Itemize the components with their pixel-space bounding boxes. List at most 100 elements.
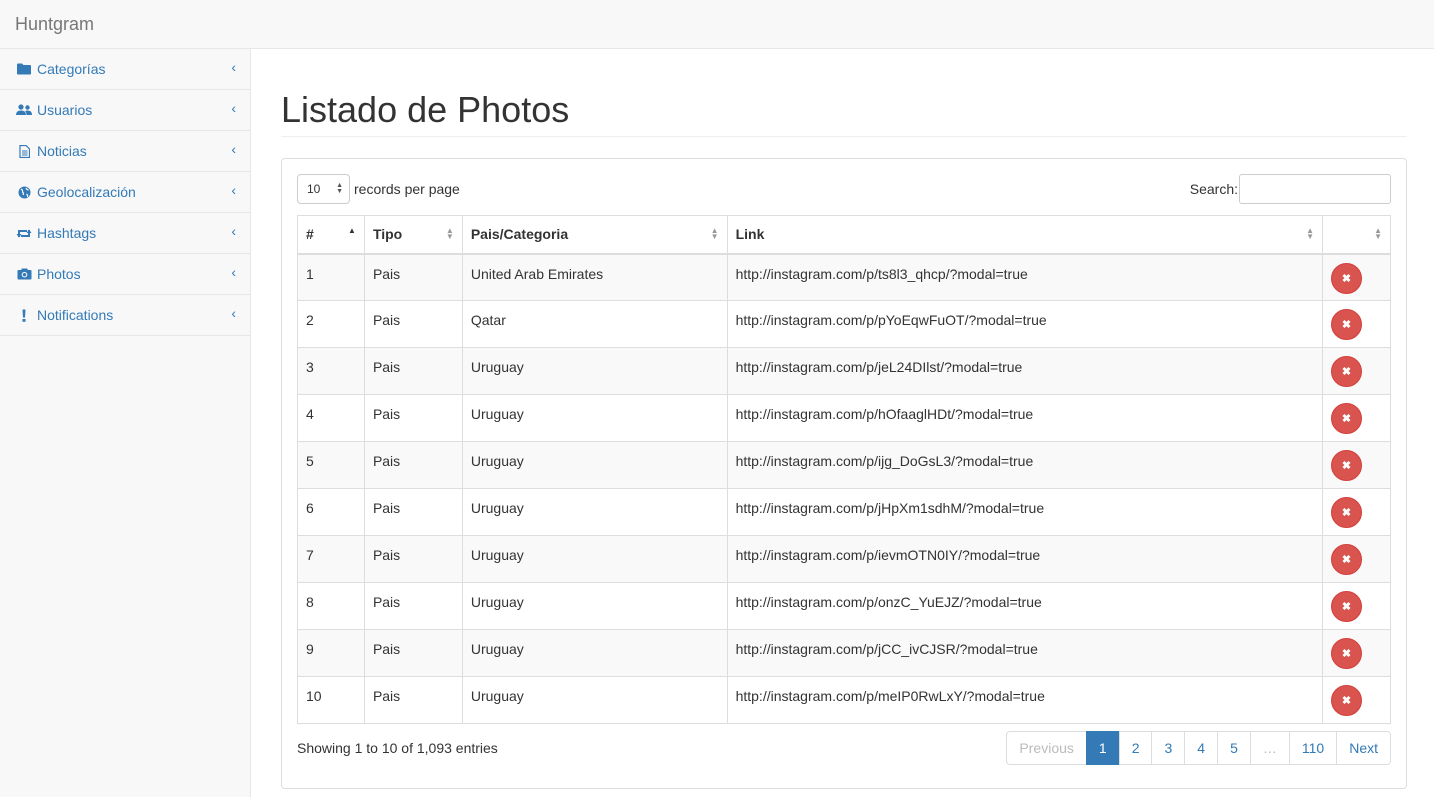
- pagination-page-2[interactable]: 2: [1118, 731, 1153, 765]
- table-header-row: # ▲ Tipo ▲ ▼ Pais/Categoria ▲ ▼ Link ▲ ▼ ▲ ▼: [297, 215, 1391, 255]
- exclamation-icon: [16, 308, 32, 322]
- cell-pais: United Arab Emirates: [461, 253, 728, 301]
- sidebar-item-usuarios[interactable]: Usuarios ‹: [0, 90, 250, 131]
- sidebar-item-geolocalizacion[interactable]: Geolocalización ‹: [0, 172, 250, 213]
- pagination-page-4[interactable]: 4: [1184, 731, 1219, 765]
- pagination-previous[interactable]: Previous: [1006, 731, 1087, 765]
- cell-tipo: Pais: [363, 488, 463, 536]
- sidebar: Categorías ‹ Usuarios ‹ Noticias ‹ Geolo…: [0, 49, 251, 797]
- cell-actions: ✖: [1322, 300, 1391, 348]
- records-per-page-label: records per page: [354, 181, 460, 197]
- delete-button[interactable]: ✖: [1331, 450, 1362, 481]
- pagination-ellipsis: …: [1249, 731, 1290, 765]
- sidebar-item-label: Photos: [37, 266, 81, 282]
- column-header-tipo[interactable]: Tipo ▲ ▼: [363, 215, 463, 255]
- pagination-page-110[interactable]: 110: [1288, 731, 1338, 765]
- close-icon: ✖: [1341, 460, 1352, 472]
- pagination-page-3[interactable]: 3: [1151, 731, 1186, 765]
- table-row: 2 Pais Qatar http://instagram.com/p/pYoE…: [297, 300, 1391, 348]
- cell-id: 5: [297, 441, 365, 489]
- cell-link: http://instagram.com/p/jCC_ivCJSR/?modal…: [726, 629, 1324, 677]
- cell-actions: ✖: [1322, 253, 1391, 301]
- cell-actions: ✖: [1322, 394, 1391, 442]
- chevron-left-icon: ‹: [231, 264, 236, 280]
- cell-pais: Uruguay: [461, 394, 728, 442]
- delete-button[interactable]: ✖: [1331, 638, 1362, 669]
- delete-button[interactable]: ✖: [1331, 356, 1362, 387]
- photos-table: # ▲ Tipo ▲ ▼ Pais/Categoria ▲ ▼ Link ▲ ▼ ▲ ▼ 1 P…: [297, 215, 1391, 724]
- cell-id: 10: [297, 676, 365, 724]
- cell-id: 1: [297, 253, 365, 301]
- table-info: Showing 1 to 10 of 1,093 entries: [297, 740, 498, 756]
- cell-actions: ✖: [1322, 676, 1391, 724]
- cell-tipo: Pais: [363, 629, 463, 677]
- table-row: 3 Pais Uruguay http://instagram.com/p/je…: [297, 347, 1391, 395]
- cell-link: http://instagram.com/p/jHpXm1sdhM/?modal…: [726, 488, 1324, 536]
- sidebar-item-notifications[interactable]: Notifications ‹: [0, 295, 250, 336]
- delete-button[interactable]: ✖: [1331, 591, 1362, 622]
- cell-pais: Uruguay: [461, 441, 728, 489]
- cell-link: http://instagram.com/p/ievmOTN0IY/?modal…: [726, 535, 1324, 583]
- search-input[interactable]: [1239, 174, 1391, 204]
- sidebar-item-label: Categorías: [37, 61, 106, 77]
- cell-actions: ✖: [1322, 488, 1391, 536]
- cell-link: http://instagram.com/p/onzC_YuEJZ/?modal…: [726, 582, 1324, 630]
- cell-tipo: Pais: [363, 535, 463, 583]
- close-icon: ✖: [1341, 366, 1352, 378]
- records-per-page-value: 10: [307, 182, 321, 196]
- cell-pais: Qatar: [461, 300, 728, 348]
- column-header-pais[interactable]: Pais/Categoria ▲ ▼: [461, 215, 728, 255]
- delete-button[interactable]: ✖: [1331, 403, 1362, 434]
- pagination-page-5[interactable]: 5: [1217, 731, 1251, 765]
- chevron-left-icon: ‹: [231, 141, 236, 157]
- cell-id: 7: [297, 535, 365, 583]
- cell-actions: ✖: [1322, 347, 1391, 395]
- delete-button[interactable]: ✖: [1331, 497, 1362, 528]
- cell-id: 8: [297, 582, 365, 630]
- table-row: 10 Pais Uruguay http://instagram.com/p/m…: [297, 676, 1391, 724]
- cell-tipo: Pais: [363, 347, 463, 395]
- column-header-actions[interactable]: ▲ ▼: [1322, 215, 1391, 255]
- sidebar-item-categorias[interactable]: Categorías ‹: [0, 49, 250, 90]
- cell-tipo: Pais: [363, 582, 463, 630]
- cell-id: 3: [297, 347, 365, 395]
- close-icon: ✖: [1341, 695, 1352, 707]
- search-label: Search:: [1189, 181, 1238, 197]
- brand-logo[interactable]: Huntgram: [15, 14, 94, 35]
- close-icon: ✖: [1341, 554, 1352, 566]
- delete-button[interactable]: ✖: [1331, 685, 1362, 716]
- sidebar-item-noticias[interactable]: Noticias ‹: [0, 131, 250, 172]
- close-icon: ✖: [1341, 413, 1352, 425]
- globe-icon: [16, 185, 32, 199]
- pagination-next[interactable]: Next: [1336, 731, 1391, 765]
- column-header-id[interactable]: # ▲: [297, 215, 365, 255]
- cell-pais: Uruguay: [461, 535, 728, 583]
- cell-id: 6: [297, 488, 365, 536]
- sort-icon: ▲ ▼: [1306, 226, 1314, 241]
- records-per-page-select[interactable]: 10 ▲ ▼: [297, 174, 350, 204]
- close-icon: ✖: [1341, 272, 1352, 285]
- sidebar-item-label: Geolocalización: [37, 184, 136, 200]
- delete-button[interactable]: ✖: [1331, 262, 1362, 294]
- delete-button[interactable]: ✖: [1331, 309, 1362, 340]
- cell-actions: ✖: [1322, 441, 1391, 489]
- cell-id: 4: [297, 394, 365, 442]
- close-icon: ✖: [1341, 601, 1352, 613]
- cell-link: http://instagram.com/p/meIP0RwLxY/?modal…: [726, 676, 1324, 724]
- pagination: Previous 1 2 3 4 5 … 110 Next: [1006, 731, 1391, 765]
- column-header-link[interactable]: Link ▲ ▼: [726, 215, 1324, 255]
- cell-tipo: Pais: [363, 394, 463, 442]
- sidebar-item-photos[interactable]: Photos ‹: [0, 254, 250, 295]
- cell-tipo: Pais: [363, 253, 463, 301]
- pagination-page-1[interactable]: 1: [1085, 731, 1120, 765]
- table-row: 1 Pais United Arab Emirates http://insta…: [297, 253, 1391, 301]
- chevron-left-icon: ‹: [231, 100, 236, 116]
- delete-button[interactable]: ✖: [1331, 544, 1362, 575]
- cell-pais: Uruguay: [461, 347, 728, 395]
- title-divider: [281, 136, 1407, 137]
- table-row: 5 Pais Uruguay http://instagram.com/p/ij…: [297, 441, 1391, 489]
- records-per-page-control: 10 ▲ ▼ records per page: [297, 174, 460, 204]
- table-row: 8 Pais Uruguay http://instagram.com/p/on…: [297, 582, 1391, 630]
- select-arrows-icon: ▲ ▼: [336, 182, 343, 195]
- sidebar-item-hashtags[interactable]: Hashtags ‹: [0, 213, 250, 254]
